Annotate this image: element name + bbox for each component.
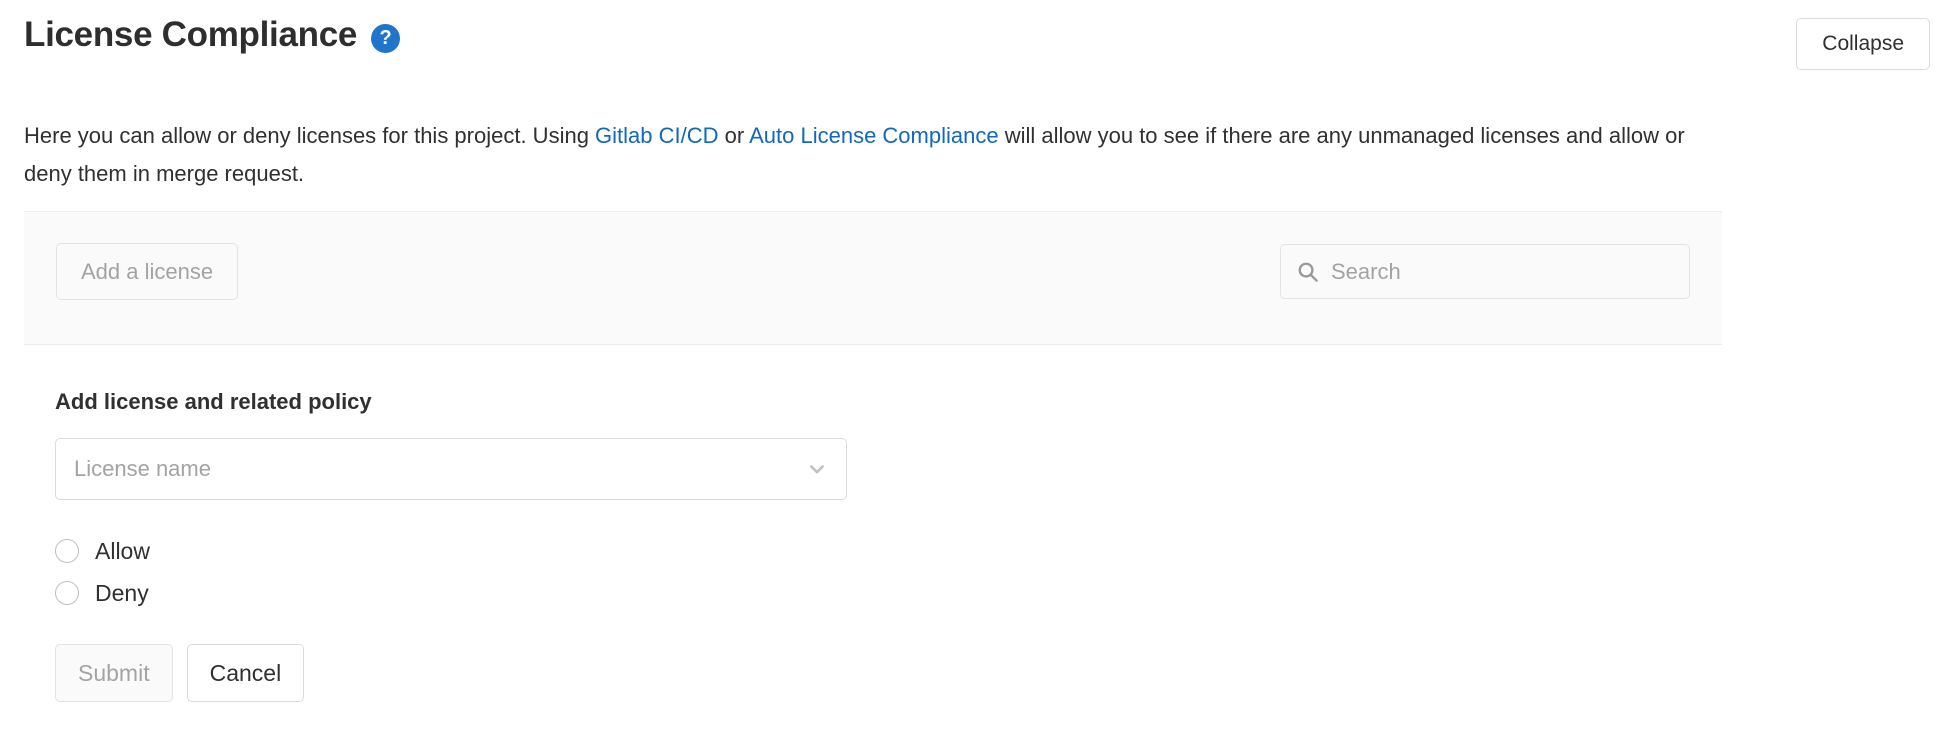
add-license-form: Add license and related policy License n…: [55, 388, 1255, 702]
form-heading: Add license and related policy: [55, 389, 372, 414]
license-toolbar: Add a license: [24, 211, 1722, 345]
gitlab-cicd-link[interactable]: Gitlab CI/CD: [595, 123, 718, 148]
description-part-1: Here you can allow or deny licenses for …: [24, 123, 596, 148]
auto-license-compliance-link[interactable]: Auto License Compliance: [749, 123, 998, 148]
license-name-select[interactable]: License name: [55, 438, 847, 500]
submit-button[interactable]: Submit: [55, 644, 173, 702]
description-part-2: or: [718, 123, 750, 148]
collapse-button[interactable]: Collapse: [1796, 18, 1930, 70]
radio-option-allow[interactable]: Allow: [55, 530, 1255, 572]
search-input[interactable]: [1331, 258, 1673, 285]
radio-label-deny: Deny: [95, 580, 149, 606]
add-license-button[interactable]: Add a license: [56, 243, 239, 300]
radio-option-deny[interactable]: Deny: [55, 572, 1255, 614]
search-box[interactable]: [1280, 244, 1690, 299]
radio-label-allow: Allow: [95, 538, 150, 564]
page-description: Here you can allow or deny licenses for …: [24, 117, 1704, 193]
help-circle-icon[interactable]: ?: [371, 23, 401, 53]
policy-radio-group: Allow Deny: [55, 530, 1255, 614]
page-title: License Compliance: [24, 15, 358, 54]
chevron-down-icon: [806, 458, 828, 480]
radio-circle-allow[interactable]: [55, 539, 79, 563]
cancel-button[interactable]: Cancel: [186, 644, 305, 702]
title-group: License Compliance ?: [24, 14, 401, 56]
radio-circle-deny[interactable]: [55, 581, 79, 605]
form-actions: Submit Cancel: [55, 644, 1255, 702]
search-icon: [1297, 261, 1319, 283]
license-compliance-page: License Compliance ? Collapse Here you c…: [0, 0, 1954, 740]
page-header: License Compliance ? Collapse: [24, 14, 1930, 70]
license-name-value: License name: [74, 456, 211, 481]
